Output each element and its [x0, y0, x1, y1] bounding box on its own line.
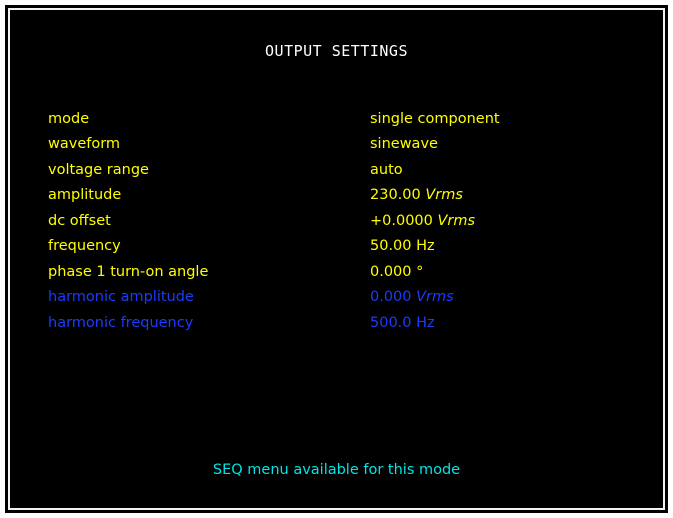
screen-title: OUTPUT SETTINGS — [265, 42, 408, 60]
setting-value: 50.00 Hz — [370, 238, 435, 255]
seq-menu-hint: SEQ menu available for this mode — [212, 462, 461, 478]
setting-value: auto — [370, 161, 403, 178]
setting-value: 0.000 ° — [370, 263, 424, 280]
setting-unit: Vrms — [437, 212, 476, 229]
setting-row-waveform[interactable]: waveform sinewave — [48, 132, 648, 158]
output-settings-screen: OUTPUT SETTINGS mode single component wa… — [5, 5, 668, 513]
setting-label: phase 1 turn-on angle — [48, 263, 209, 280]
setting-label: waveform — [48, 136, 121, 153]
setting-unit: Vrms — [416, 289, 454, 306]
setting-label: harmonic frequency — [48, 314, 194, 331]
setting-unit: Hz — [416, 314, 435, 331]
setting-row-harmonic-amplitude: harmonic amplitude 0.000 Vrms — [48, 285, 648, 311]
setting-label: harmonic amplitude — [48, 289, 194, 306]
setting-row-dc-offset[interactable]: dc offset +0.0000 Vrms — [48, 208, 648, 234]
setting-label: frequency — [48, 238, 121, 255]
setting-row-harmonic-frequency: harmonic frequency 500.0 Hz — [48, 310, 648, 336]
setting-unit: Hz — [416, 238, 435, 255]
setting-label: voltage range — [48, 161, 149, 178]
setting-label: amplitude — [48, 187, 122, 204]
setting-row-frequency[interactable]: frequency 50.00 Hz — [48, 234, 648, 260]
setting-value: 0.000 Vrms — [370, 289, 454, 306]
setting-value: 500.0 Hz — [370, 314, 435, 331]
setting-unit: Vrms — [425, 187, 463, 204]
setting-unit: ° — [416, 263, 424, 280]
setting-label: mode — [48, 110, 90, 127]
setting-row-amplitude[interactable]: amplitude 230.00 Vrms — [48, 183, 648, 209]
setting-row-voltage-range[interactable]: voltage range auto — [48, 157, 648, 183]
setting-label: dc offset — [48, 212, 111, 229]
setting-value: single component — [370, 110, 500, 127]
setting-row-phase-turn-on-angle[interactable]: phase 1 turn-on angle 0.000 ° — [48, 259, 648, 285]
setting-value: 230.00 Vrms — [370, 187, 463, 204]
settings-list: mode single component waveform sinewave … — [48, 106, 648, 336]
setting-value: sinewave — [370, 136, 438, 153]
setting-value: +0.0000 Vrms — [370, 212, 476, 229]
setting-row-mode[interactable]: mode single component — [48, 106, 648, 132]
